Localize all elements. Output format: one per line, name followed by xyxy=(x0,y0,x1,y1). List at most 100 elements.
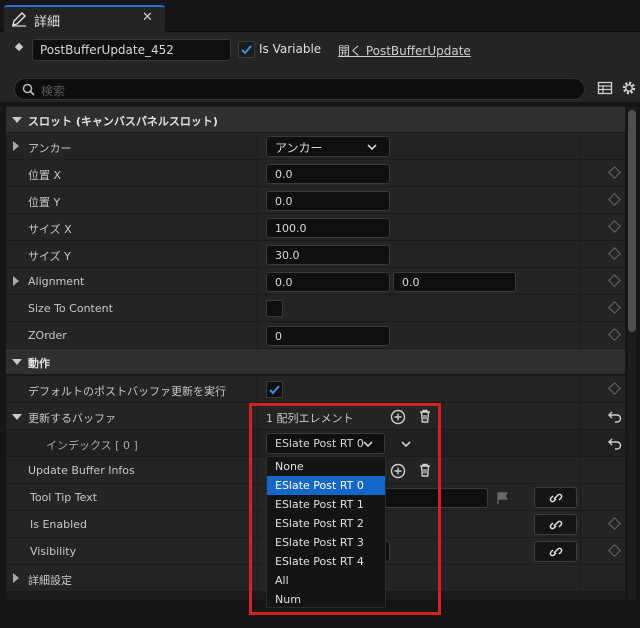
column-divider xyxy=(580,430,581,457)
index-0-label: インデックス [ 0 ] xyxy=(46,439,138,452)
alignment-y-input[interactable]: 0.0 xyxy=(393,272,516,292)
reset-diamond-icon[interactable] xyxy=(608,301,621,314)
flag-icon[interactable] xyxy=(496,491,510,505)
tool-tip-text-label: Tool Tip Text xyxy=(30,491,98,504)
pos-y-input[interactable]: 0.0 xyxy=(266,191,390,211)
column-divider xyxy=(580,133,581,160)
pencil-icon xyxy=(12,12,26,27)
column-divider xyxy=(580,295,581,322)
chevron-down-icon[interactable] xyxy=(12,414,22,420)
column-divider xyxy=(580,322,581,349)
row-size-x: サイズ X 100.0 xyxy=(6,214,625,241)
zorder-label: ZOrder xyxy=(28,329,67,342)
link-icon xyxy=(549,547,563,557)
size-x-label: サイズ X xyxy=(28,223,72,236)
section-slot-label: スロット (キャンバスパネルスロット) xyxy=(28,115,218,128)
visibility-label: Visibility xyxy=(30,545,77,558)
chevron-right-icon[interactable] xyxy=(13,141,19,151)
column-divider xyxy=(580,511,581,538)
checkmark-icon xyxy=(241,45,252,55)
column-divider xyxy=(257,241,258,268)
section-slot[interactable]: スロット (キャンバスパネルスロット) xyxy=(6,107,625,133)
search-box[interactable]: 検索 xyxy=(14,78,585,100)
annotation-highlight-box xyxy=(249,403,441,615)
column-divider xyxy=(257,160,258,187)
column-divider xyxy=(257,187,258,214)
variable-diamond-icon xyxy=(14,42,24,52)
column-divider xyxy=(257,295,258,322)
zorder-input[interactable]: 0 xyxy=(266,326,390,346)
bind-button[interactable] xyxy=(534,541,577,562)
anchor-value: アンカー xyxy=(275,141,323,155)
is-variable-checkbox[interactable] xyxy=(238,41,255,58)
row-zorder: ZOrder 0 xyxy=(6,322,625,349)
column-divider xyxy=(580,214,581,241)
table-view-icon[interactable] xyxy=(597,80,613,96)
chevron-right-icon[interactable] xyxy=(13,573,19,583)
reset-diamond-icon[interactable] xyxy=(608,517,621,530)
column-divider xyxy=(257,214,258,241)
alignment-x-input[interactable]: 0.0 xyxy=(266,272,390,292)
column-divider xyxy=(580,268,581,295)
chevron-right-icon[interactable] xyxy=(13,276,19,286)
column-divider xyxy=(580,376,581,403)
pos-y-label: 位置 Y xyxy=(28,196,61,209)
row-pos-y: 位置 Y 0.0 xyxy=(6,187,625,214)
gear-icon[interactable] xyxy=(620,79,638,97)
row-alignment: Alignment 0.0 0.0 xyxy=(6,268,625,295)
column-divider xyxy=(580,538,581,565)
buffers-to-update-label: 更新するバッファ xyxy=(28,412,116,425)
scrollbar-thumb[interactable] xyxy=(628,110,636,332)
open-blueprint-link[interactable]: 開く PostBufferUpdate xyxy=(338,42,471,59)
close-icon[interactable]: ✕ xyxy=(142,10,153,25)
column-divider xyxy=(580,241,581,268)
row-size-to-content: Size To Content xyxy=(6,295,625,322)
section-behavior-label: 動作 xyxy=(28,357,50,370)
column-divider xyxy=(580,484,581,511)
column-divider xyxy=(580,187,581,214)
tab-bar: 詳細 ✕ xyxy=(0,0,640,32)
checkmark-icon xyxy=(269,385,280,395)
reset-diamond-icon[interactable] xyxy=(608,247,621,260)
reset-diamond-icon[interactable] xyxy=(608,166,621,179)
alignment-label: Alignment xyxy=(28,275,85,288)
bind-button[interactable] xyxy=(534,487,577,508)
default-post-buffer-checkbox[interactable] xyxy=(266,381,283,398)
undo-arrow-icon[interactable] xyxy=(607,408,623,424)
column-divider xyxy=(580,403,581,430)
reset-diamond-icon[interactable] xyxy=(608,274,621,287)
reset-diamond-icon[interactable] xyxy=(608,544,621,557)
widget-name-input[interactable]: PostBufferUpdate_452 xyxy=(32,39,231,61)
reset-diamond-icon[interactable] xyxy=(608,220,621,233)
tab-label: 詳細 xyxy=(34,15,61,30)
column-divider xyxy=(257,133,258,160)
reset-diamond-icon[interactable] xyxy=(608,328,621,341)
undo-arrow-icon[interactable] xyxy=(607,435,623,451)
size-y-label: サイズ Y xyxy=(28,250,71,263)
reset-diamond-icon[interactable] xyxy=(608,382,621,395)
anchor-dropdown[interactable]: アンカー xyxy=(266,136,390,157)
chevron-down-icon xyxy=(367,144,377,151)
column-divider xyxy=(580,457,581,484)
chevron-down-icon xyxy=(12,359,22,365)
update-buffer-infos-label: Update Buffer Infos xyxy=(28,464,135,477)
section-behavior[interactable]: 動作 xyxy=(6,349,625,375)
column-divider xyxy=(257,376,258,403)
row-pos-x: 位置 X 0.0 xyxy=(6,160,625,187)
link-icon xyxy=(549,520,563,530)
default-post-buffer-label: デフォルトのポストバッファ更新を実行 xyxy=(28,385,226,398)
row-size-y: サイズ Y 30.0 xyxy=(6,241,625,268)
anchor-label: アンカー xyxy=(28,142,72,155)
column-divider xyxy=(257,322,258,349)
bind-button[interactable] xyxy=(534,514,577,535)
reset-diamond-icon[interactable] xyxy=(608,193,621,206)
pos-x-input[interactable]: 0.0 xyxy=(266,164,390,184)
row-default-post-buffer: デフォルトのポストバッファ更新を実行 xyxy=(6,376,625,403)
size-to-content-checkbox[interactable] xyxy=(266,300,283,317)
tab-details[interactable]: 詳細 ✕ xyxy=(4,5,165,32)
size-x-input[interactable]: 100.0 xyxy=(266,218,390,238)
search-placeholder: 検索 xyxy=(41,84,66,98)
column-divider xyxy=(580,160,581,187)
size-y-input[interactable]: 30.0 xyxy=(266,245,390,265)
chevron-down-icon xyxy=(12,117,22,123)
